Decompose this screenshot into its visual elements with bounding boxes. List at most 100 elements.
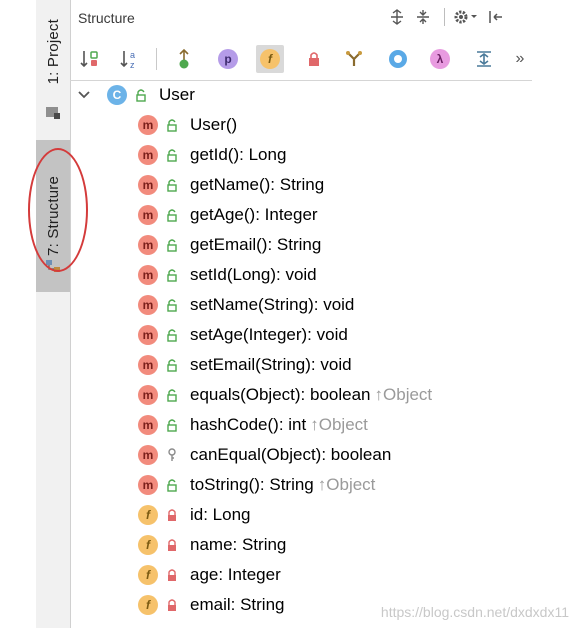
show-fields-button[interactable]: f (256, 45, 284, 73)
member-signature: setAge(Integer): void (190, 325, 348, 344)
method-icon: m (138, 235, 158, 255)
show-anonymous-classes-button[interactable] (384, 45, 412, 73)
more-toolbar-button[interactable]: » (506, 45, 534, 73)
member-signature: User() (190, 115, 238, 134)
lock-icon (309, 52, 319, 66)
public-visibility-icon (166, 178, 178, 192)
tree-method-row[interactable]: m setAge(Integer): void (138, 321, 348, 349)
fields-icon: f (260, 49, 280, 69)
sort-by-visibility-button[interactable] (76, 45, 104, 73)
gear-icon (454, 10, 477, 24)
field-icon: f (138, 565, 158, 585)
group-methods-button[interactable] (340, 45, 368, 73)
method-icon: m (138, 325, 158, 345)
method-icon: m (138, 385, 158, 405)
member-signature: setEmail(String): void (190, 355, 352, 374)
tree-field-row[interactable]: f email: String (138, 591, 284, 619)
inherited-from-label: ↑Object (317, 475, 376, 494)
method-icon: m (138, 145, 158, 165)
member-signature: email: String (190, 595, 285, 614)
tree-method-row[interactable]: m User() (138, 111, 237, 139)
protected-visibility-icon (166, 448, 178, 462)
panel-header-tools (386, 6, 511, 28)
member-signature: getEmail(): String (190, 235, 322, 254)
member-signature: getAge(): Integer (190, 205, 318, 224)
private-lock-icon (166, 538, 178, 552)
field-icon: f (138, 595, 158, 615)
tree-method-row[interactable]: m setName(String): void (138, 291, 354, 319)
method-icon: m (138, 295, 158, 315)
anonymous-class-icon (389, 50, 407, 68)
collapse-all-icon (417, 10, 429, 24)
show-properties-button[interactable]: p (214, 45, 242, 73)
settings-header-button[interactable] (451, 6, 481, 28)
expand-all-header-button[interactable] (386, 6, 408, 28)
method-icon: m (138, 205, 158, 225)
public-visibility-icon (166, 478, 178, 492)
method-icon: m (138, 415, 158, 435)
structure-icon (46, 260, 60, 272)
method-icon: m (138, 475, 158, 495)
project-tool-tab[interactable]: 1: Project (36, 6, 70, 98)
field-icon: f (138, 535, 158, 555)
collapse-all-header-button[interactable] (412, 6, 434, 28)
tree-method-row[interactable]: m setId(Long): void (138, 261, 317, 289)
tree-method-row[interactable]: m getId(): Long (138, 141, 286, 169)
show-inherited-button[interactable] (170, 45, 198, 73)
tree-method-row[interactable]: m getName(): String (138, 171, 324, 199)
header-separator (444, 8, 445, 26)
private-lock-icon (166, 598, 178, 612)
inherited-from-label: ↑Object (310, 415, 368, 434)
expand-all-icon (391, 9, 403, 25)
structure-tab-label: 7: Structure (44, 176, 62, 256)
tree-method-row[interactable]: m hashCode(): int ↑Object (138, 411, 368, 439)
private-lock-icon (166, 508, 178, 522)
tree-method-row[interactable]: m getEmail(): String (138, 231, 321, 259)
member-signature: setId(Long): void (190, 265, 317, 284)
public-visibility-icon (166, 358, 178, 372)
member-signature: hashCode(): int (190, 415, 307, 434)
tree-class-node[interactable]: C User (107, 81, 195, 109)
show-non-public-button[interactable] (300, 45, 328, 73)
tree-method-row[interactable]: m toString(): String ↑Object (138, 471, 375, 499)
public-visibility-icon (166, 418, 178, 432)
svg-text:z: z (130, 60, 135, 70)
group-methods-icon (346, 51, 362, 66)
tree-field-row[interactable]: f name: String (138, 531, 286, 559)
chevron-down-icon[interactable] (77, 88, 91, 102)
public-visibility-icon (166, 148, 178, 162)
tree-field-row[interactable]: f id: Long (138, 501, 251, 529)
tree-method-row[interactable]: m equals(Object): boolean ↑Object (138, 381, 432, 409)
class-name: User (159, 85, 195, 104)
toolbar-separator (156, 48, 157, 70)
sort-alphabetically-button[interactable]: a z (116, 45, 144, 73)
public-visibility-icon (166, 238, 178, 252)
tree-method-row[interactable]: m getAge(): Integer (138, 201, 318, 229)
member-signature: getName(): String (190, 175, 325, 194)
tool-window-strip: 1: Project 7: Structure (36, 0, 71, 628)
lambda-icon: λ (430, 49, 450, 69)
sort-by-visibility-icon (80, 51, 98, 68)
public-visibility-icon (166, 298, 178, 312)
private-lock-icon (166, 568, 178, 582)
show-lambdas-button[interactable]: λ (426, 45, 454, 73)
tree-field-row[interactable]: f age: Integer (138, 561, 281, 589)
class-icon: C (107, 85, 127, 105)
hide-panel-header-button[interactable] (485, 6, 507, 28)
inherited-from-label: ↑Object (374, 385, 433, 404)
properties-icon: p (218, 49, 238, 69)
tree-method-row[interactable]: m setEmail(String): void (138, 351, 352, 379)
member-signature: toString(): String (190, 475, 314, 494)
project-tab-label: 1: Project (44, 19, 62, 85)
public-visibility-icon (166, 328, 178, 342)
member-signature: age: Integer (190, 565, 281, 584)
expand-collapse-icon (477, 51, 491, 67)
tree-method-row[interactable]: m canEqual(Object): boolean (138, 441, 391, 469)
public-visibility-icon (166, 208, 178, 222)
member-signature: setName(String): void (190, 295, 355, 314)
method-icon: m (138, 115, 158, 135)
method-icon: m (138, 265, 158, 285)
member-signature: name: String (190, 535, 287, 554)
public-visibility-icon (135, 88, 147, 102)
expand-all-button[interactable] (470, 45, 498, 73)
